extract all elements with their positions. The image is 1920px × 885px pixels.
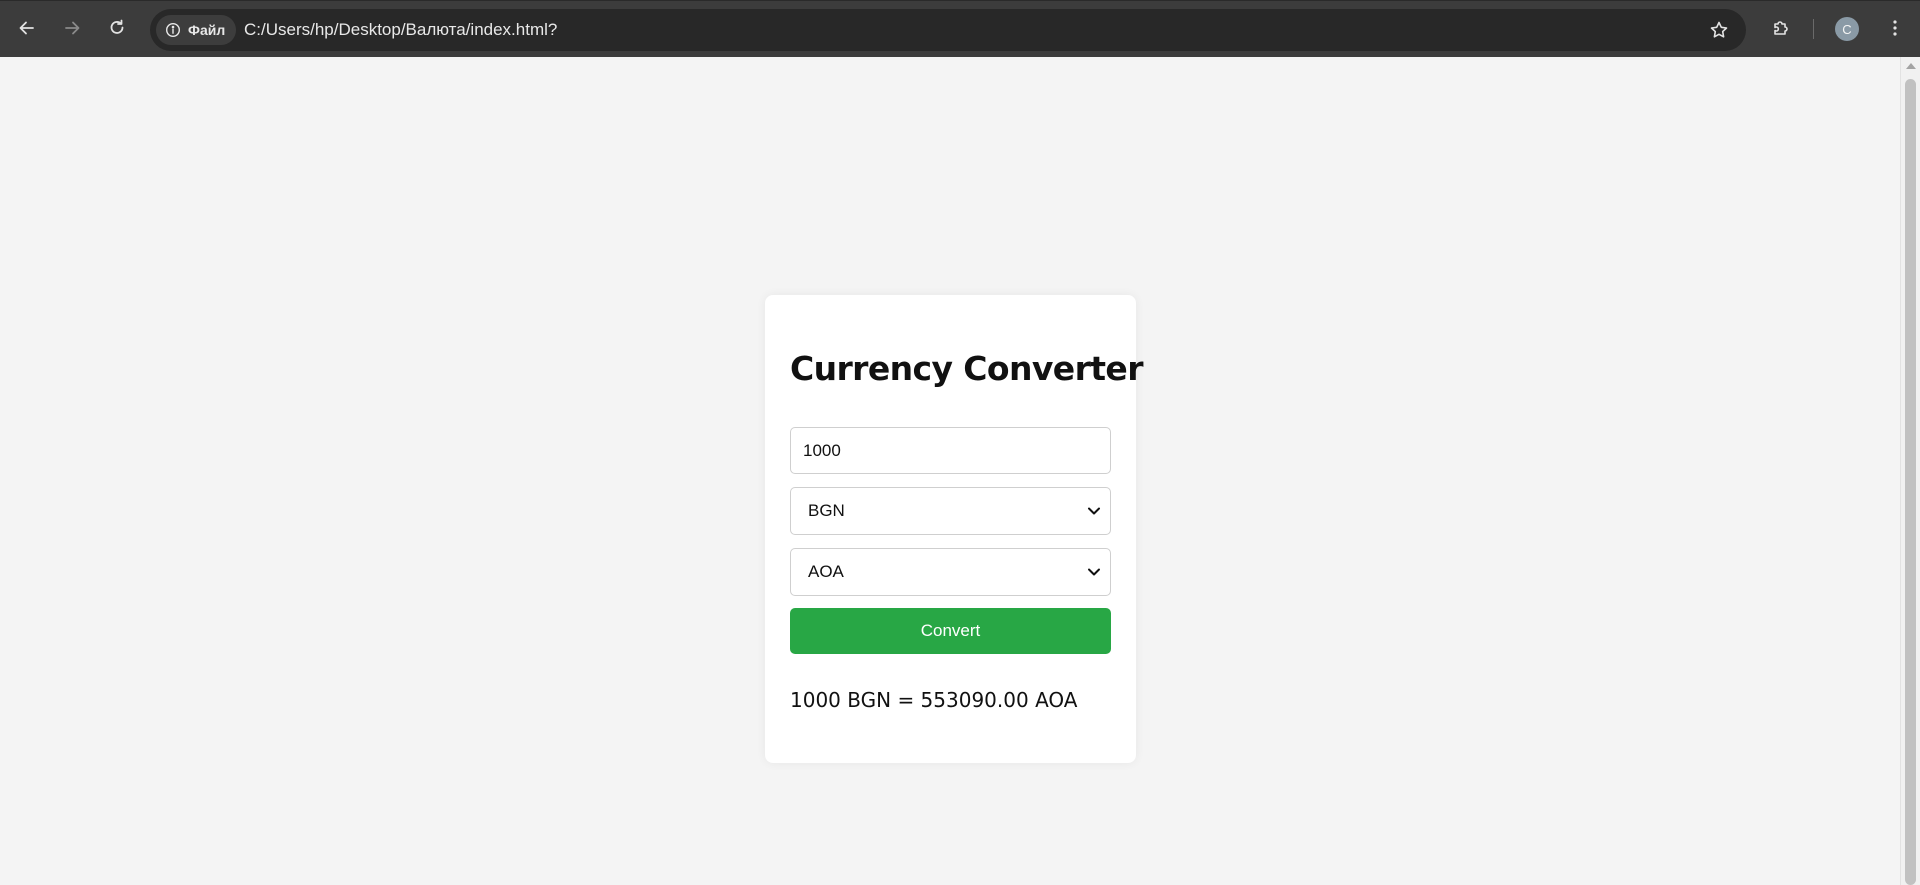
to-currency-select[interactable]: AOA bbox=[790, 548, 1111, 596]
convert-button[interactable]: Convert bbox=[790, 608, 1111, 654]
url-text[interactable]: C:/Users/hp/Desktop/Валюта/index.html? bbox=[244, 20, 557, 40]
chevron-down-icon bbox=[1088, 507, 1100, 515]
converter-card: Currency Converter 1000 BGN AOA Convert … bbox=[765, 295, 1143, 763]
from-currency-select[interactable]: BGN bbox=[790, 487, 1111, 535]
back-button[interactable] bbox=[9, 10, 45, 46]
bookmark-button[interactable] bbox=[1706, 17, 1732, 43]
info-icon bbox=[165, 22, 181, 38]
profile-avatar[interactable]: C bbox=[1835, 17, 1859, 41]
extensions-button[interactable] bbox=[1766, 13, 1796, 43]
reload-icon bbox=[110, 19, 124, 34]
amount-input[interactable]: 1000 bbox=[790, 427, 1111, 474]
site-chip-label: Файл bbox=[188, 22, 226, 38]
site-info-chip[interactable]: Файл bbox=[156, 15, 237, 45]
browser-menu-button[interactable] bbox=[1880, 13, 1910, 43]
to-currency-value: AOA bbox=[808, 562, 844, 581]
forward-button[interactable] bbox=[54, 10, 90, 46]
forward-arrow-icon bbox=[65, 21, 80, 35]
conversion-result: 1000 BGN = 553090.00 AOA bbox=[790, 688, 1078, 712]
scroll-thumb[interactable] bbox=[1905, 79, 1916, 885]
page-title: Currency Converter bbox=[790, 349, 1143, 388]
kebab-menu-icon bbox=[1893, 20, 1897, 36]
puzzle-icon bbox=[1774, 21, 1788, 35]
address-bar[interactable]: Файл C:/Users/hp/Desktop/Валюта/index.ht… bbox=[150, 9, 1746, 51]
toolbar-divider bbox=[1813, 19, 1814, 39]
reload-button[interactable] bbox=[99, 10, 135, 46]
star-icon bbox=[1710, 21, 1728, 38]
scroll-up-arrow-icon[interactable] bbox=[1906, 63, 1916, 69]
page-scrollbar[interactable] bbox=[1900, 57, 1920, 885]
browser-toolbar: Файл C:/Users/hp/Desktop/Валюта/index.ht… bbox=[0, 0, 1920, 57]
amount-value: 1000 bbox=[803, 440, 841, 460]
from-currency-value: BGN bbox=[808, 501, 845, 520]
chevron-down-icon bbox=[1088, 568, 1100, 576]
back-arrow-icon bbox=[19, 21, 34, 35]
